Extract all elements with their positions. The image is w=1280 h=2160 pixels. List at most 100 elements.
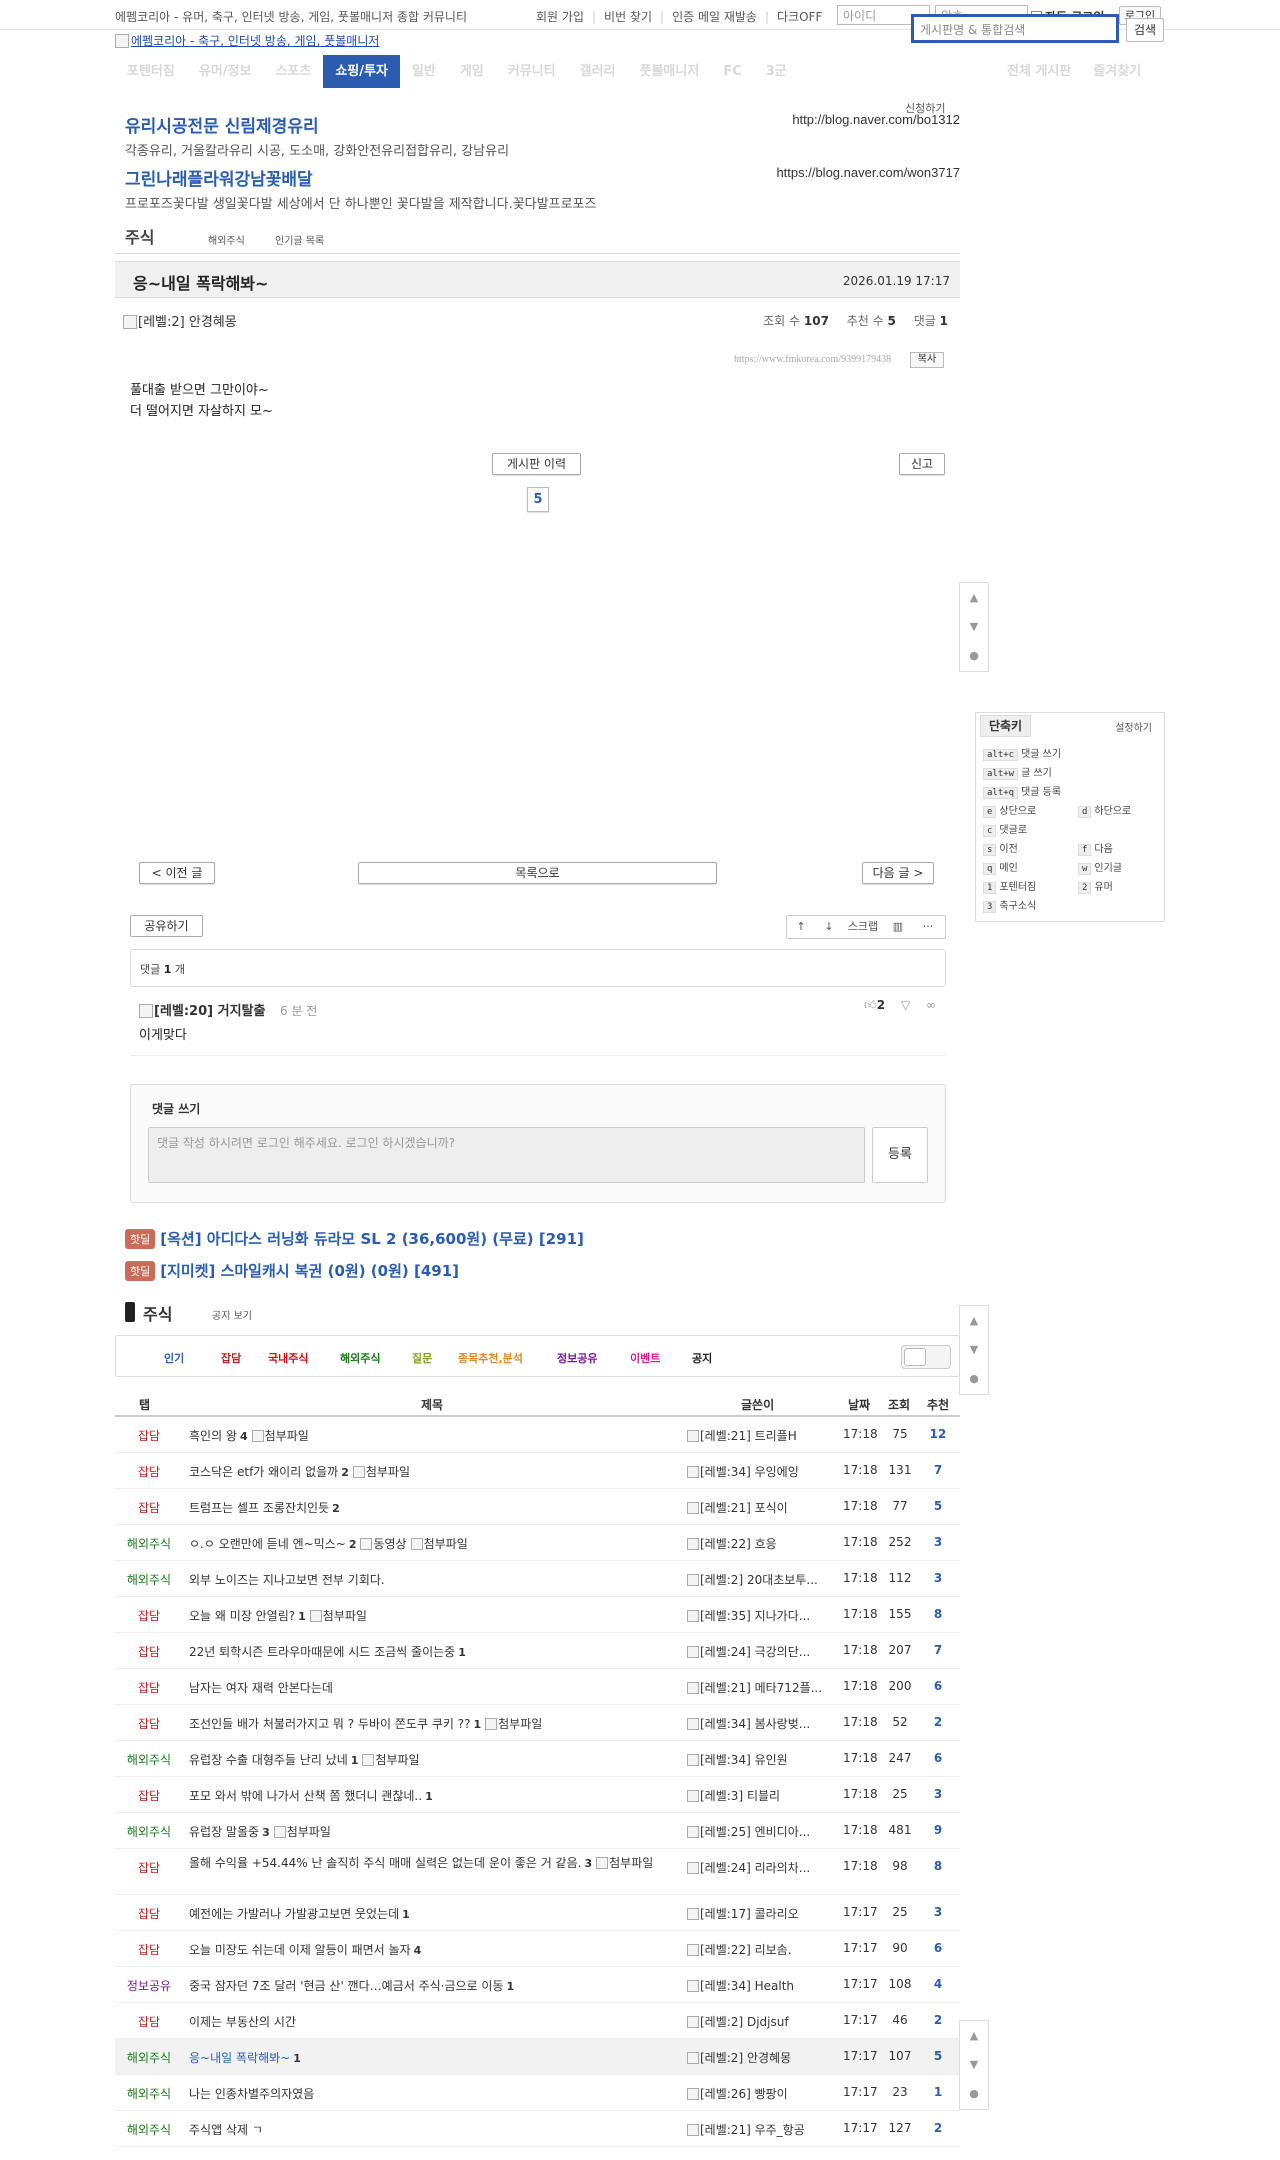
prev-post-button[interactable]: < 이전 글 xyxy=(139,862,215,884)
hot-deal-link[interactable]: 핫딜 [지미켓] 스마일캐시 복권 (0원) (0원) [491] xyxy=(125,1260,459,1281)
nav-item-gallery[interactable]: 갤러리 xyxy=(568,55,628,88)
ad-item[interactable]: 유리시공전문 신림제경유리 각종유리, 거울칼라유리 시공, 도소매, 강화안전… xyxy=(125,112,960,159)
category-tab[interactable]: 이벤트 xyxy=(630,1350,660,1366)
board-sub-overseas[interactable]: 해외주식 xyxy=(208,232,245,247)
row-category[interactable]: 잡담 xyxy=(115,1643,183,1660)
next-post-button[interactable]: 다음 글 > xyxy=(862,862,934,884)
table-row[interactable]: 잡담 예전에는 가발러나 가발광고보면 웃었는데 1 [레벨:17] 콜라리오 17:1… xyxy=(115,1895,960,1931)
nav-item-game[interactable]: 게임 xyxy=(448,55,496,88)
row-subject[interactable]: 오늘 미장도 쉬는데 이제 알등이 패면서 놀자 4 xyxy=(189,1941,679,1960)
search-button[interactable]: 검색 xyxy=(1126,18,1164,42)
nav-item-sports[interactable]: 스포츠 xyxy=(263,55,323,88)
row-subject[interactable]: 트럼프는 셀프 조롱잔치인듯 2 xyxy=(189,1499,679,1518)
row-writer[interactable]: [레벨:21] 트리플H xyxy=(687,1427,827,1444)
row-writer[interactable]: [레벨:22] 흐응 xyxy=(687,1535,827,1552)
nav-item-humor[interactable]: 유머/정보 xyxy=(187,55,264,88)
table-row[interactable]: 잡담 조선인들 배가 처불러가지고 뭐 ? 두바이 쫀도쿠 쿠키 ?? 1 첨부파일 [… xyxy=(115,1705,960,1741)
table-row[interactable]: 해외주식 응~내일 폭락해봐~ 1 [레벨:2] 안경혜몽 17:17 107 5 xyxy=(115,2039,960,2075)
row-subject[interactable]: 중국 잠자던 7조 달러 '현금 산' 깬다…예금서 주식·금으로 이동 1 xyxy=(189,1977,679,1996)
row-writer[interactable]: [레벨:21] 포식이 xyxy=(687,1499,827,1516)
row-category[interactable]: 해외주식 xyxy=(115,1535,183,1552)
scroll-up-icon[interactable]: ▲ xyxy=(960,2021,988,2050)
row-writer[interactable]: [레벨:24] 리라의차... xyxy=(687,1859,827,1876)
row-category[interactable]: 해외주식 xyxy=(115,1571,183,1588)
row-category[interactable]: 잡담 xyxy=(115,1427,183,1444)
scrap-button[interactable]: 스크랩 xyxy=(843,916,883,938)
row-subject[interactable]: ㅇ.ㅇ 오랜만에 듣네 엔~믹스~ 2 동영상 첨부파일 xyxy=(189,1535,679,1554)
table-row[interactable]: 잡담 흑인의 왕 4 첨부파일 [레벨:21] 트리플H 17:18 75 12 xyxy=(115,1417,960,1453)
row-writer[interactable]: [레벨:35] 지나가다... xyxy=(687,1607,827,1624)
scroll-down-icon[interactable]: ▼ xyxy=(960,1335,988,1364)
thumbs-up-icon[interactable]: 👍︎ xyxy=(864,998,877,1012)
row-subject[interactable]: 오늘 왜 미장 안열림? 1 첨부파일 xyxy=(189,1607,679,1626)
row-subject[interactable]: 코스닥은 etf가 왜이리 없을까 2 첨부파일 xyxy=(189,1463,679,1482)
comment-icon[interactable]: ● xyxy=(960,2079,988,2108)
row-subject[interactable]: 조선인들 배가 처불러가지고 뭐 ? 두바이 쫀도쿠 쿠키 ?? 1 첨부파일 xyxy=(189,1715,679,1734)
thumbs-down-icon[interactable]: ▽ xyxy=(901,998,910,1012)
category-tab[interactable]: 종목추천,분석 xyxy=(458,1350,523,1366)
row-subject[interactable]: 남자는 여자 재력 안본다는데 xyxy=(189,1679,679,1697)
table-row[interactable]: 정보공유 중국 잠자던 7조 달러 '현금 산' 깬다…예금서 주식·금으로 이동… xyxy=(115,1967,960,2003)
link-icon[interactable]: ∞ xyxy=(926,998,936,1012)
share-button[interactable]: 공유하기 xyxy=(130,915,203,937)
arrow-down-icon[interactable]: ↓ xyxy=(815,916,843,938)
vote-count-box[interactable]: 5 xyxy=(527,487,549,512)
table-row[interactable]: 해외주식 유럽장 수출 대형주들 난리 났네 1 첨부파일 [레벨:34] 유인원 17:… xyxy=(115,1741,960,1777)
nav-item-shopping[interactable]: 쇼핑/투자 xyxy=(323,55,400,88)
category-tab[interactable]: 인기 xyxy=(164,1350,184,1366)
row-subject[interactable]: 주식앱 삭제 ㄱ xyxy=(189,2121,679,2139)
view-toggle[interactable] xyxy=(901,1345,951,1369)
table-row[interactable]: 잡담 트럼프는 셀프 조롱잔치인듯 2 [레벨:21] 포식이 17:18 77 5 xyxy=(115,1489,960,1525)
arrow-up-icon[interactable]: ↑ xyxy=(787,916,815,938)
table-row[interactable]: 해외주식 유럽장 말올중 3 첨부파일 [레벨:25] 엔비디아... 17:18 481 9 xyxy=(115,1813,960,1849)
row-subject[interactable]: 흑인의 왕 4 첨부파일 xyxy=(189,1427,679,1446)
row-category[interactable]: 잡담 xyxy=(115,1463,183,1480)
scroll-up-icon[interactable]: ▲ xyxy=(960,583,988,612)
signup-link[interactable]: 회원 가입 xyxy=(536,8,584,25)
notice-toggle-link[interactable]: 공지 보기 xyxy=(212,1307,252,1322)
dark-mode-toggle[interactable]: 다크OFF xyxy=(777,8,822,25)
nav-item-fc[interactable]: FC xyxy=(711,55,753,88)
row-category[interactable]: 잡담 xyxy=(115,1787,183,1804)
table-row[interactable]: 잡담 오늘 왜 미장 안열림? 1 첨부파일 [레벨:35] 지나가다... 17:18 1… xyxy=(115,1597,960,1633)
row-category[interactable]: 해외주식 xyxy=(115,2049,183,2066)
row-category[interactable]: 해외주식 xyxy=(115,1823,183,1840)
hot-deal-link[interactable]: 핫딜 [옥션] 아디다스 러닝화 듀라모 SL 2 (36,600원) (무료) … xyxy=(125,1228,584,1249)
comment-submit-button[interactable]: 등록 xyxy=(872,1127,928,1183)
nav-item-3gun[interactable]: 3군 xyxy=(754,55,799,88)
category-tab[interactable]: 잡담 xyxy=(221,1350,241,1366)
favorites-link[interactable]: 즐겨찾기 xyxy=(1093,55,1141,88)
row-writer[interactable]: [레벨:3] 티블리 xyxy=(687,1787,827,1804)
row-subject[interactable]: 올해 수익율 +54.44% 난 솔직히 주식 매매 실력은 없는데 운이 좋은… xyxy=(189,1854,679,1873)
category-tab[interactable]: 국내주식 xyxy=(268,1350,308,1366)
table-row[interactable]: 잡담 올해 수익율 +54.44% 난 솔직히 주식 매매 실력은 없는데 운이 … xyxy=(115,1849,960,1895)
scroll-up-icon[interactable]: ▲ xyxy=(960,1306,988,1335)
row-writer[interactable]: [레벨:34] 봄사랑벚... xyxy=(687,1715,827,1732)
row-subject[interactable]: 유럽장 말올중 3 첨부파일 xyxy=(189,1823,679,1842)
scroll-down-icon[interactable]: ▼ xyxy=(960,2050,988,2079)
row-category[interactable]: 정보공유 xyxy=(115,1977,183,1994)
table-row[interactable]: 잡담 오늘 미장도 쉬는데 이제 알등이 패면서 놀자 4 [레벨:22] 리보솜. 1… xyxy=(115,1931,960,1967)
row-writer[interactable]: [레벨:24] 극강의단... xyxy=(687,1643,827,1660)
row-category[interactable]: 잡담 xyxy=(115,1715,183,1732)
nav-item-general[interactable]: 일반 xyxy=(400,55,448,88)
comment-icon[interactable]: ● xyxy=(960,1364,988,1393)
row-category[interactable]: 해외주식 xyxy=(115,2121,183,2138)
nav-item-poten[interactable]: 포텐터짐 xyxy=(115,55,187,88)
table-row[interactable]: 잡담 이제는 부동산의 시간 [레벨:2] Djdjsuf 17:17 46 2 xyxy=(115,2003,960,2039)
search-input[interactable]: 게시판명 & 통합검색 xyxy=(911,14,1119,43)
more-icon[interactable]: ··· xyxy=(913,916,943,938)
board-history-button[interactable]: 게시판 이력 xyxy=(492,453,581,475)
copy-button[interactable]: 복사 xyxy=(910,352,944,368)
row-writer[interactable]: [레벨:22] 리보솜. xyxy=(687,1941,827,1958)
row-writer[interactable]: [레벨:21] 우주_항공 xyxy=(687,2121,827,2138)
table-row[interactable]: 해외주식 나는 인종차별주의자였음 [레벨:26] 빵팡이 17:17 23 1 xyxy=(115,2075,960,2111)
category-tab[interactable]: 공지 xyxy=(692,1350,712,1366)
row-category[interactable]: 잡담 xyxy=(115,1941,183,1958)
table-row[interactable]: 해외주식 외부 노이즈는 지나고보면 전부 기회다. [레벨:2] 20대초보투..… xyxy=(115,1561,960,1597)
table-row[interactable]: 잡담 포모 와서 밖에 나가서 산책 쫌 했더니 괜찮네.. 1 [레벨:3] 티블리… xyxy=(115,1777,960,1813)
row-writer[interactable]: [레벨:34] Health xyxy=(687,1977,827,1994)
stats-icon[interactable]: ▥ xyxy=(883,916,913,938)
table-row[interactable]: 해외주식 주식앱 삭제 ㄱ [레벨:21] 우주_항공 17:17 127 2 xyxy=(115,2111,960,2147)
row-category[interactable]: 잡담 xyxy=(115,1859,183,1876)
